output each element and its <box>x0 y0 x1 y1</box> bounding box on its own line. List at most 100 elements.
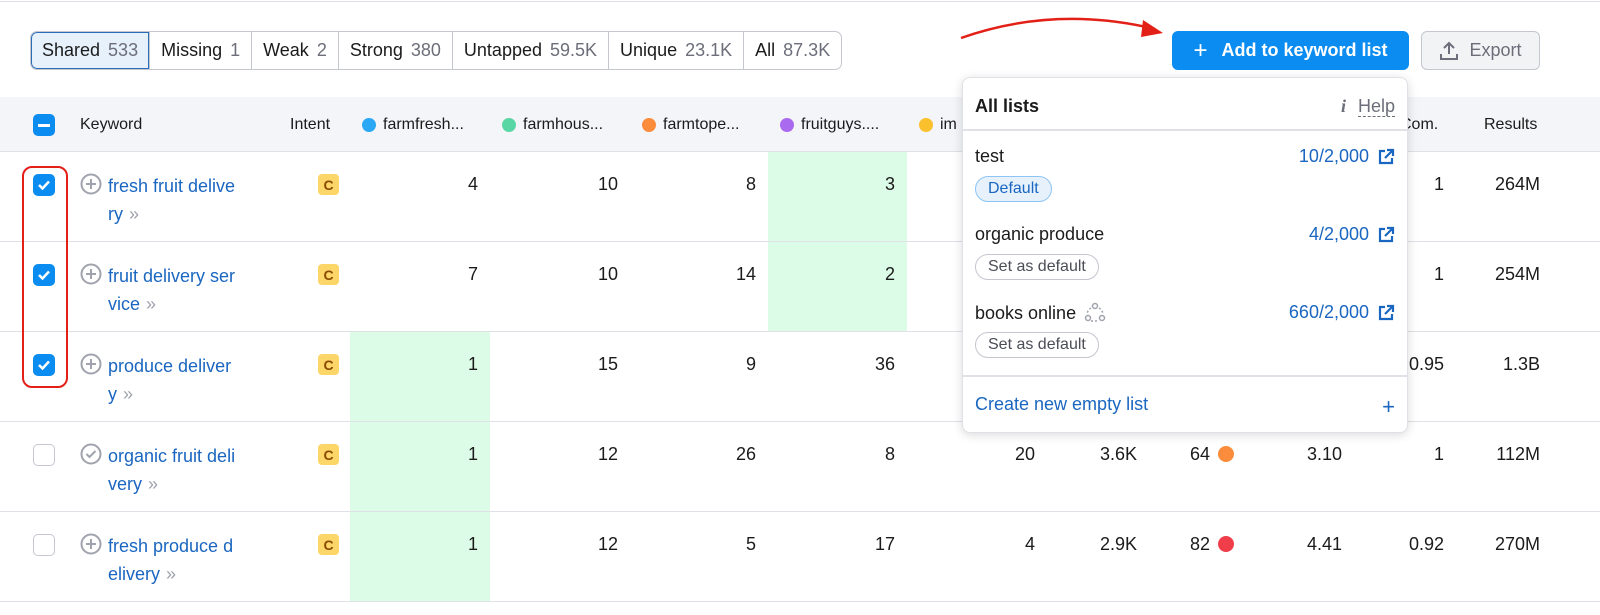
competitor-dot-icon <box>502 117 516 132</box>
header-competitor[interactable]: fruitguys.... <box>780 97 879 152</box>
volume: 2.9K <box>1099 534 1137 554</box>
filter-tabs: Shared 533 Missing 1 Weak 2 Strong 380 Untapped 5… <box>30 31 843 70</box>
competitor-position: 36 <box>874 354 895 374</box>
competitor-position: 3 <box>768 152 907 241</box>
kd-cell: 64 <box>1150 422 1250 511</box>
competitor-position: 7 <box>467 264 478 284</box>
competitor-label: farmtope... <box>663 115 740 133</box>
competitor-dot-icon <box>642 117 656 132</box>
tab-count: 2 <box>316 40 327 60</box>
add-circle-icon[interactable] <box>80 263 102 285</box>
create-new-list-label: Create new empty list <box>975 394 1149 414</box>
competitor-label: farmfresh... <box>383 115 464 133</box>
competitor-position: 1 <box>350 332 490 421</box>
row-checkbox[interactable] <box>33 534 55 556</box>
info-icon: i <box>1340 96 1346 116</box>
plus-icon: + <box>1382 394 1395 419</box>
competitor-position: 2 <box>768 242 907 331</box>
export-button[interactable]: Export <box>1421 31 1540 70</box>
competitor-position: 20 <box>1014 444 1035 464</box>
competitor-position: 10 <box>597 264 618 284</box>
row-checkbox[interactable] <box>33 444 55 466</box>
select-all-checkbox[interactable] <box>33 114 55 136</box>
tab-label: All <box>755 40 776 60</box>
add-circle-icon[interactable] <box>80 533 102 555</box>
chevrons-right-icon[interactable]: » <box>129 204 139 224</box>
header-intent[interactable]: Intent <box>290 97 330 152</box>
competitor-position: 12 <box>597 534 618 554</box>
competitor-dot-icon <box>362 117 376 132</box>
check-circle-icon[interactable] <box>80 443 102 465</box>
table-row: 1 12 26 8 20 organic fruit delivery» C 3.6K 64 3.… <box>0 422 1600 512</box>
table-row: 1 12 5 17 4 fresh produce delivery» C 2.9K 82 4.4… <box>0 512 1600 602</box>
filter-tab-unique[interactable]: Unique 23.1K <box>608 32 743 69</box>
intent-badge: C <box>318 534 339 555</box>
external-link-icon[interactable] <box>1377 304 1395 322</box>
tab-label: Unique <box>620 40 678 60</box>
header-competitor[interactable]: farmfresh... <box>362 97 464 152</box>
filter-tab-missing[interactable]: Missing 1 <box>149 32 251 69</box>
help-label: Help <box>1357 96 1395 117</box>
competitor-position: 9 <box>745 354 756 374</box>
header-competitor[interactable]: farmhous... <box>502 97 603 152</box>
results: 270M <box>1494 534 1540 554</box>
intent-badge: C <box>318 174 339 195</box>
competitor-position: 4 <box>467 174 478 194</box>
filter-tab-shared[interactable]: Shared 533 <box>31 32 150 69</box>
keyword-link[interactable]: organic fruit delivery <box>108 446 235 494</box>
keyword-list-item[interactable]: organic produce 4/2,000 Set as default <box>975 224 1395 294</box>
competitor-position: 15 <box>597 354 618 374</box>
keyword-list-item[interactable]: test 10/2,000 Default <box>975 146 1395 216</box>
kd-value: 64 <box>1189 444 1210 464</box>
cpc: 4.41 <box>1306 534 1342 554</box>
upload-icon <box>1440 41 1459 60</box>
competitor-position: 4 <box>1024 534 1035 554</box>
add-circle-icon[interactable] <box>80 173 102 195</box>
filter-tab-untapped[interactable]: Untapped 59.5K <box>451 32 608 69</box>
list-count[interactable]: 660/2,000 <box>1289 302 1369 323</box>
help-link[interactable]: i Help <box>1341 96 1395 117</box>
header-competitor[interactable]: im <box>919 97 957 152</box>
add-circle-icon[interactable] <box>80 353 102 375</box>
external-link-icon[interactable] <box>1377 148 1395 166</box>
header-keyword[interactable]: Keyword <box>80 97 142 152</box>
chevrons-right-icon[interactable]: » <box>123 384 133 404</box>
filter-tab-all[interactable]: All 87.3K <box>743 32 841 69</box>
competitor-label: fruitguys.... <box>801 115 880 133</box>
cpc: 3.10 <box>1306 444 1342 464</box>
results: 254M <box>1494 264 1540 284</box>
create-new-list-button[interactable]: Create new empty list + <box>975 394 1395 420</box>
list-count[interactable]: 4/2,000 <box>1309 224 1369 245</box>
kd-dot-icon <box>1218 536 1234 552</box>
header-results[interactable]: Results <box>1484 97 1537 152</box>
competition: 0.92 <box>1408 534 1444 554</box>
competitor-position: 8 <box>884 444 895 464</box>
chevrons-right-icon[interactable]: » <box>166 564 176 584</box>
kd-cell: 82 <box>1150 512 1250 601</box>
header-competitor[interactable]: farmtope... <box>642 97 739 152</box>
tab-count: 59.5K <box>550 40 598 60</box>
competitor-dot-icon <box>780 117 794 132</box>
list-count[interactable]: 10/2,000 <box>1299 146 1369 167</box>
chevrons-right-icon[interactable]: » <box>146 294 156 314</box>
tab-count: 23.1K <box>685 40 733 60</box>
competitor-label: im <box>940 115 957 133</box>
dropdown-title: All lists <box>975 96 1040 116</box>
chevrons-right-icon[interactable]: » <box>148 474 158 494</box>
keyword-link[interactable]: fresh fruit delivery <box>108 176 235 224</box>
kd-dot-icon <box>1218 446 1234 462</box>
keyword-link[interactable]: fruit delivery service <box>108 266 235 314</box>
filter-tab-weak[interactable]: Weak 2 <box>251 32 338 69</box>
filter-tab-strong[interactable]: Strong 380 <box>337 32 452 69</box>
results: 1.3B <box>1502 354 1540 374</box>
keyword-list-item[interactable]: books online 660/2,000 Set as default <box>975 302 1395 372</box>
competitor-label: farmhous... <box>523 115 604 133</box>
list-name: test <box>975 146 1005 166</box>
external-link-icon[interactable] <box>1377 226 1395 244</box>
set-as-default-button[interactable]: Set as default <box>975 254 1099 280</box>
set-as-default-button[interactable]: Set as default <box>975 332 1099 358</box>
shared-list-icon <box>1084 302 1106 322</box>
add-to-keyword-list-button[interactable]: + Add to keyword list <box>1172 31 1409 70</box>
competitor-position: 10 <box>597 174 618 194</box>
results: 112M <box>1496 444 1540 464</box>
